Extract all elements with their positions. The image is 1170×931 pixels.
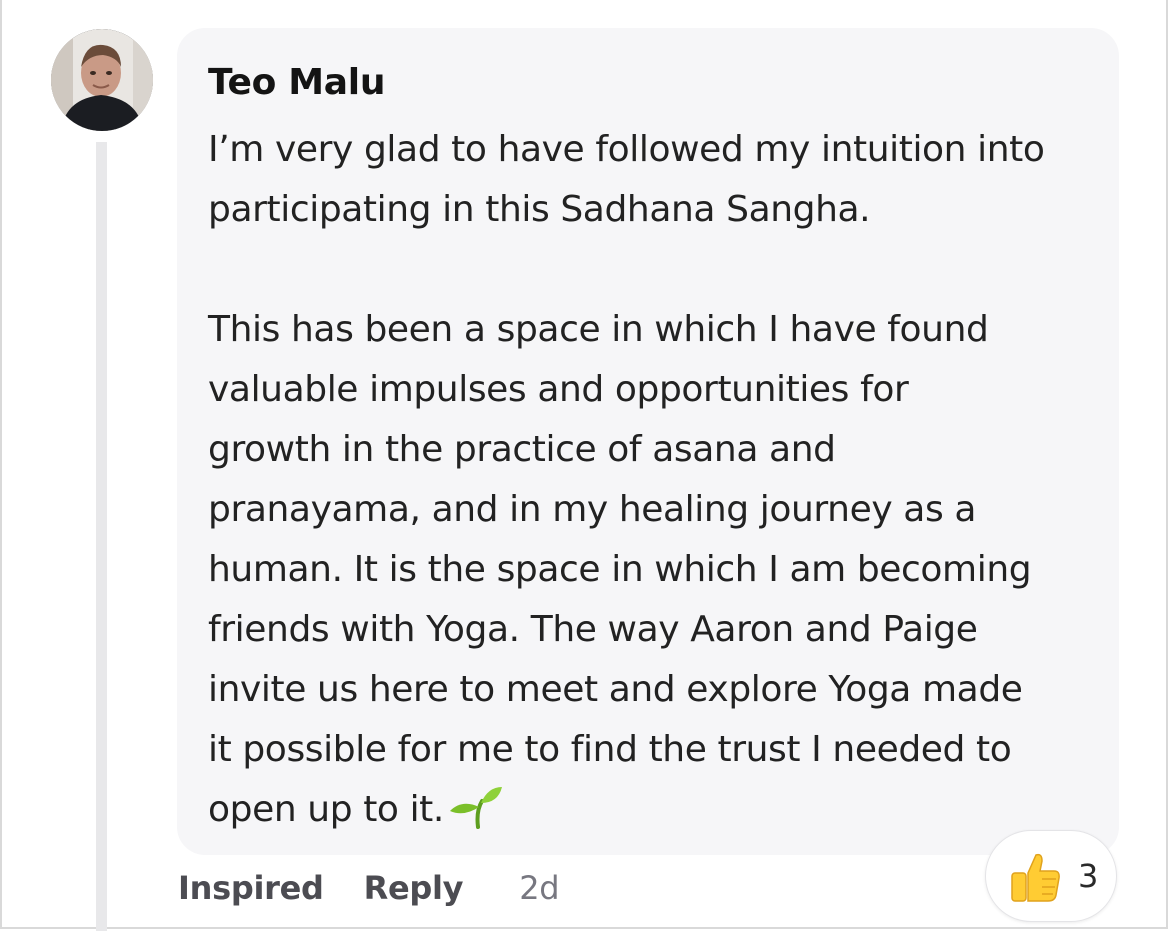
comment-line-text: open up to it. [208,789,444,830]
comment-line: human. It is the space in which I am bec… [208,549,1032,590]
comment-author[interactable]: Teo Malu [208,62,385,103]
comment-line: pranayama, and in my healing journey as … [208,489,977,530]
avatar-photo [51,29,153,131]
inspired-button[interactable]: Inspired [178,869,324,907]
comment-line: invite us here to meet and explore Yoga … [208,669,1023,710]
comment-text: I’m very glad to have followed my intuit… [208,120,1108,840]
comment-line: growth in the practice of asana and [208,429,836,470]
comment-actions: Inspired Reply 2d [178,864,560,912]
comment-timestamp: 2d [519,869,560,907]
comment-line: friends with Yoga. The way Aaron and Pai… [208,609,978,650]
reaction-count: 3 [1078,857,1099,895]
comment-line: participating in this Sadhana Sangha. [208,189,871,230]
thumbs-up-icon [1006,849,1062,905]
comment-line: This has been a space in which I have fo… [208,309,989,350]
reply-button[interactable]: Reply [364,869,464,907]
comment-line: it possible for me to find the trust I n… [208,729,1012,770]
reaction-badge[interactable]: 3 [985,830,1117,922]
comment-line: valuable impulses and opportunities for [208,369,909,410]
comment-line: I’m very glad to have followed my intuit… [208,129,1045,170]
seedling-icon [448,781,504,829]
comment-line-last: open up to it. [208,780,1108,840]
avatar[interactable] [51,29,153,131]
thread-line [96,142,107,931]
